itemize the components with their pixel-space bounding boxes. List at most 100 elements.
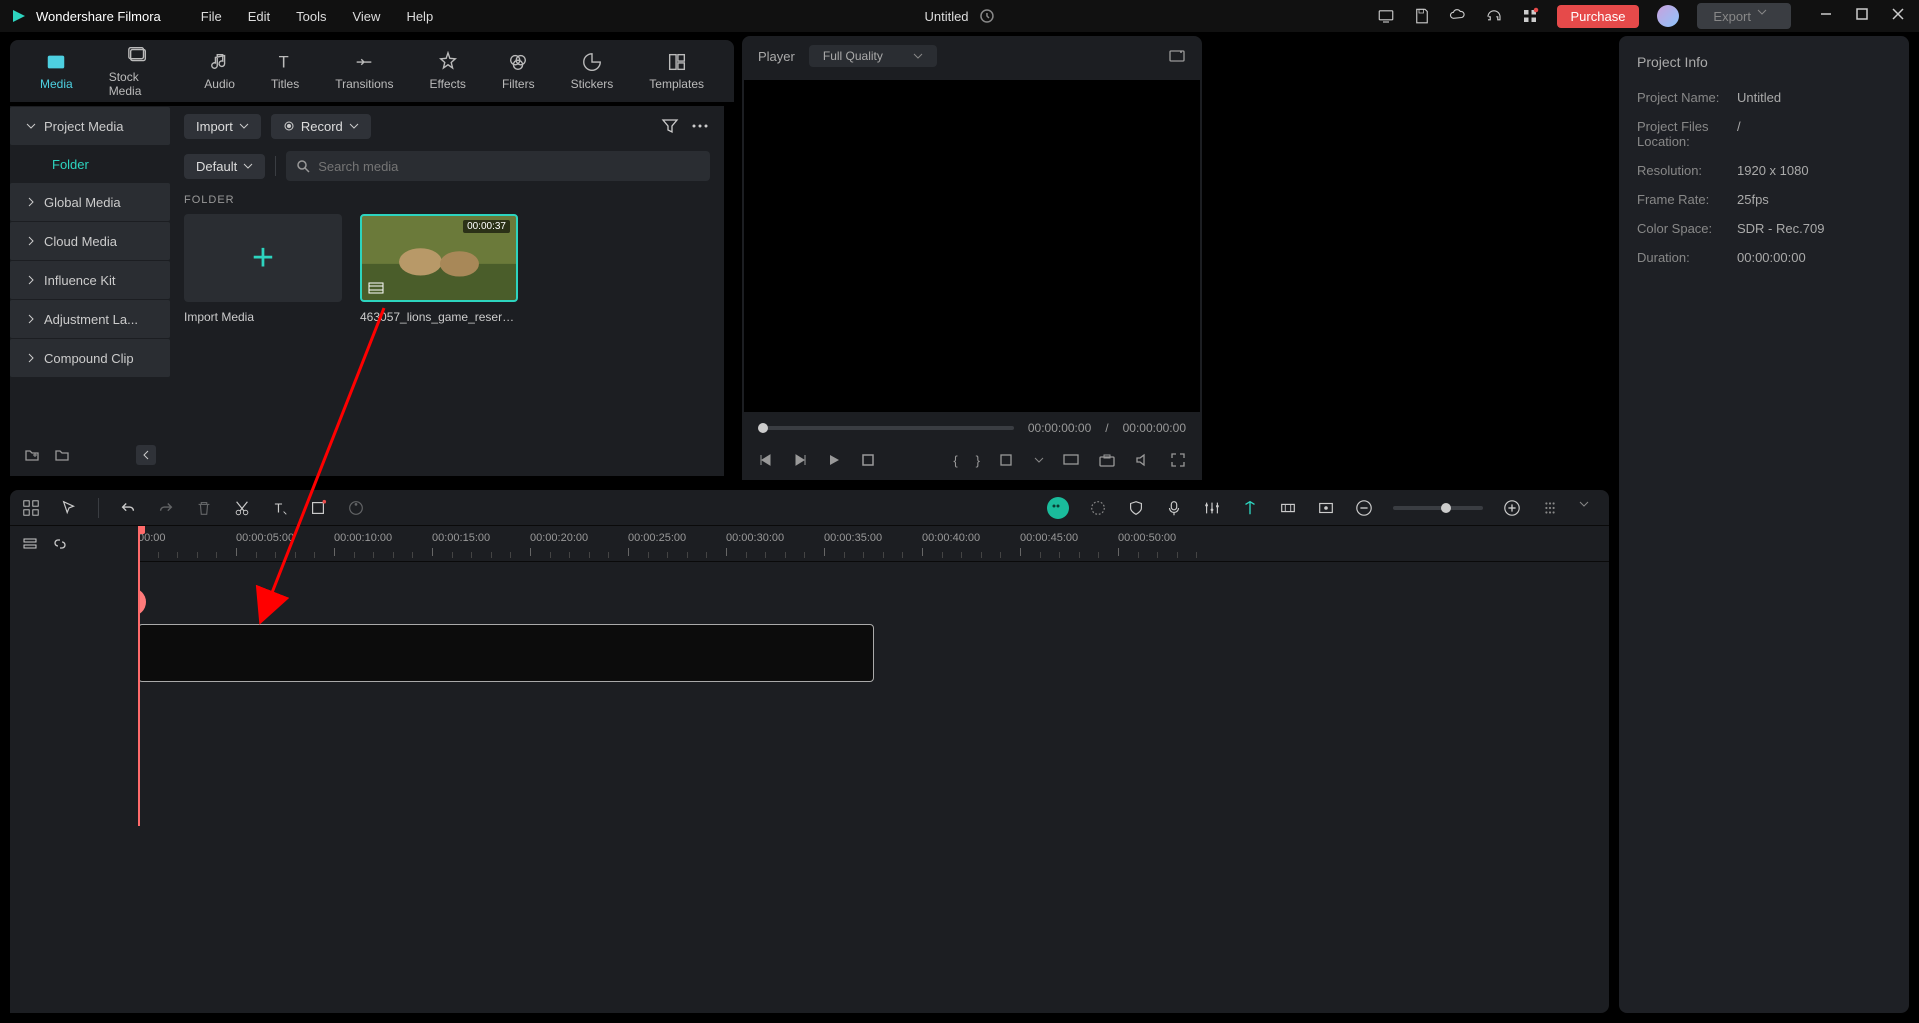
sidebar-sub-folder[interactable]: Folder <box>10 146 170 182</box>
sidebar-item-global-media[interactable]: Global Media <box>10 183 170 221</box>
folder-icon[interactable] <box>54 447 70 463</box>
crop-tool-icon[interactable] <box>309 499 327 517</box>
sidebar-item-influence-kit[interactable]: Influence Kit <box>10 261 170 299</box>
shield-icon[interactable] <box>1127 499 1145 517</box>
mark-in-icon[interactable]: { <box>953 453 957 468</box>
grid-icon[interactable] <box>22 499 40 517</box>
next-frame-icon[interactable] <box>792 452 808 468</box>
sidebar-label: Adjustment La... <box>44 312 138 327</box>
undo-icon[interactable] <box>119 499 137 517</box>
import-media-card[interactable]: + Import Media <box>184 214 342 324</box>
minimize-icon[interactable] <box>1819 7 1837 25</box>
sidebar-item-project-media[interactable]: Project Media <box>10 107 170 145</box>
quality-select[interactable]: Full Quality <box>809 45 937 67</box>
menu-help[interactable]: Help <box>406 9 433 24</box>
tab-filters[interactable]: Filters <box>502 51 535 91</box>
marker-icon[interactable] <box>1241 499 1259 517</box>
import-button[interactable]: Import <box>184 114 261 139</box>
tab-transitions[interactable]: Transitions <box>335 51 393 91</box>
apps-icon[interactable] <box>1521 7 1539 25</box>
tab-stock-media[interactable]: Stock Media <box>109 44 169 98</box>
menu-tools[interactable]: Tools <box>296 9 326 24</box>
crop-icon[interactable] <box>998 452 1016 468</box>
close-icon[interactable] <box>1891 7 1909 25</box>
collapse-sidebar-button[interactable] <box>136 445 156 465</box>
playhead[interactable] <box>138 526 140 826</box>
sort-button[interactable]: Default <box>184 154 265 179</box>
tab-templates[interactable]: Templates <box>649 51 704 91</box>
prev-frame-icon[interactable] <box>758 452 774 468</box>
delete-icon[interactable] <box>195 499 213 517</box>
mark-out-icon[interactable]: } <box>976 453 980 468</box>
camera-icon[interactable] <box>1098 452 1116 468</box>
scrub-bar[interactable] <box>758 426 1014 430</box>
player-label: Player <box>758 49 795 64</box>
zoom-out-icon[interactable] <box>1355 499 1373 517</box>
render-icon[interactable] <box>1317 499 1335 517</box>
purchase-button[interactable]: Purchase <box>1557 5 1640 28</box>
mixer-icon[interactable] <box>1203 499 1221 517</box>
adjust-icon[interactable] <box>1089 499 1107 517</box>
history-icon[interactable] <box>979 8 995 24</box>
zoom-slider[interactable] <box>1393 506 1483 510</box>
cut-icon[interactable] <box>233 499 251 517</box>
sidebar-item-compound-clip[interactable]: Compound Clip <box>10 339 170 377</box>
chevron-down-icon[interactable] <box>1034 455 1044 465</box>
menu-edit[interactable]: Edit <box>248 9 270 24</box>
screen-icon[interactable] <box>1377 7 1395 25</box>
ai-icon[interactable] <box>1047 497 1069 519</box>
sidebar-item-cloud-media[interactable]: Cloud Media <box>10 222 170 260</box>
record-button[interactable]: Record <box>271 114 371 139</box>
sidebar-item-adjustment-layer[interactable]: Adjustment La... <box>10 300 170 338</box>
new-folder-icon[interactable] <box>24 447 40 463</box>
handle-icon[interactable] <box>1541 499 1559 517</box>
search-field[interactable] <box>318 159 700 174</box>
media-clip[interactable]: 00:00:37 463057_lions_game_reserve_... <box>360 214 518 324</box>
color-icon[interactable] <box>347 499 365 517</box>
timeline-clip-placeholder[interactable] <box>138 624 874 682</box>
link-icon[interactable] <box>52 536 68 552</box>
zoom-handle[interactable] <box>1441 503 1451 513</box>
text-tool-icon[interactable]: T <box>271 499 289 517</box>
filter-icon[interactable] <box>660 116 680 136</box>
chevron-down-icon[interactable] <box>1579 499 1597 517</box>
more-icon[interactable] <box>690 116 710 136</box>
tab-audio-label: Audio <box>204 77 235 91</box>
headset-icon[interactable] <box>1485 7 1503 25</box>
snapshot-icon[interactable] <box>1168 47 1186 65</box>
tab-stickers[interactable]: Stickers <box>571 51 614 91</box>
avatar[interactable] <box>1657 5 1679 27</box>
scrub-handle[interactable] <box>758 423 768 433</box>
fullscreen-icon[interactable] <box>1170 452 1186 468</box>
chevron-right-icon <box>26 197 36 207</box>
tab-audio[interactable]: Audio <box>204 51 235 91</box>
project-title: Untitled <box>924 8 994 24</box>
timecode-sep: / <box>1105 421 1108 435</box>
display-icon[interactable] <box>1062 452 1080 468</box>
record-label: Record <box>301 119 343 134</box>
mic-icon[interactable] <box>1165 499 1183 517</box>
search-input[interactable] <box>286 151 710 181</box>
redo-icon[interactable] <box>157 499 175 517</box>
zoom-in-icon[interactable] <box>1503 499 1521 517</box>
time-ruler[interactable]: 00:0000:00:05:0000:00:10:0000:00:15:0000… <box>138 526 1609 562</box>
tab-titles[interactable]: TTitles <box>271 51 299 91</box>
chevron-right-icon <box>26 275 36 285</box>
volume-icon[interactable] <box>1134 452 1152 468</box>
cloud-icon[interactable] <box>1449 7 1467 25</box>
tab-effects[interactable]: Effects <box>429 51 465 91</box>
collapse-tracks-icon[interactable] <box>22 536 38 552</box>
stop-icon[interactable] <box>860 452 876 468</box>
maximize-icon[interactable] <box>1855 7 1873 25</box>
select-tool-icon[interactable] <box>60 499 78 517</box>
clip-duration: 00:00:37 <box>463 220 510 233</box>
menu-file[interactable]: File <box>201 9 222 24</box>
export-button[interactable]: Export <box>1697 3 1791 29</box>
chevron-down-icon <box>913 51 923 61</box>
info-val: SDR - Rec.709 <box>1737 221 1824 236</box>
range-icon[interactable] <box>1279 499 1297 517</box>
play-icon[interactable] <box>826 452 842 468</box>
tab-media[interactable]: Media <box>40 51 73 91</box>
menu-view[interactable]: View <box>352 9 380 24</box>
save-icon[interactable] <box>1413 7 1431 25</box>
